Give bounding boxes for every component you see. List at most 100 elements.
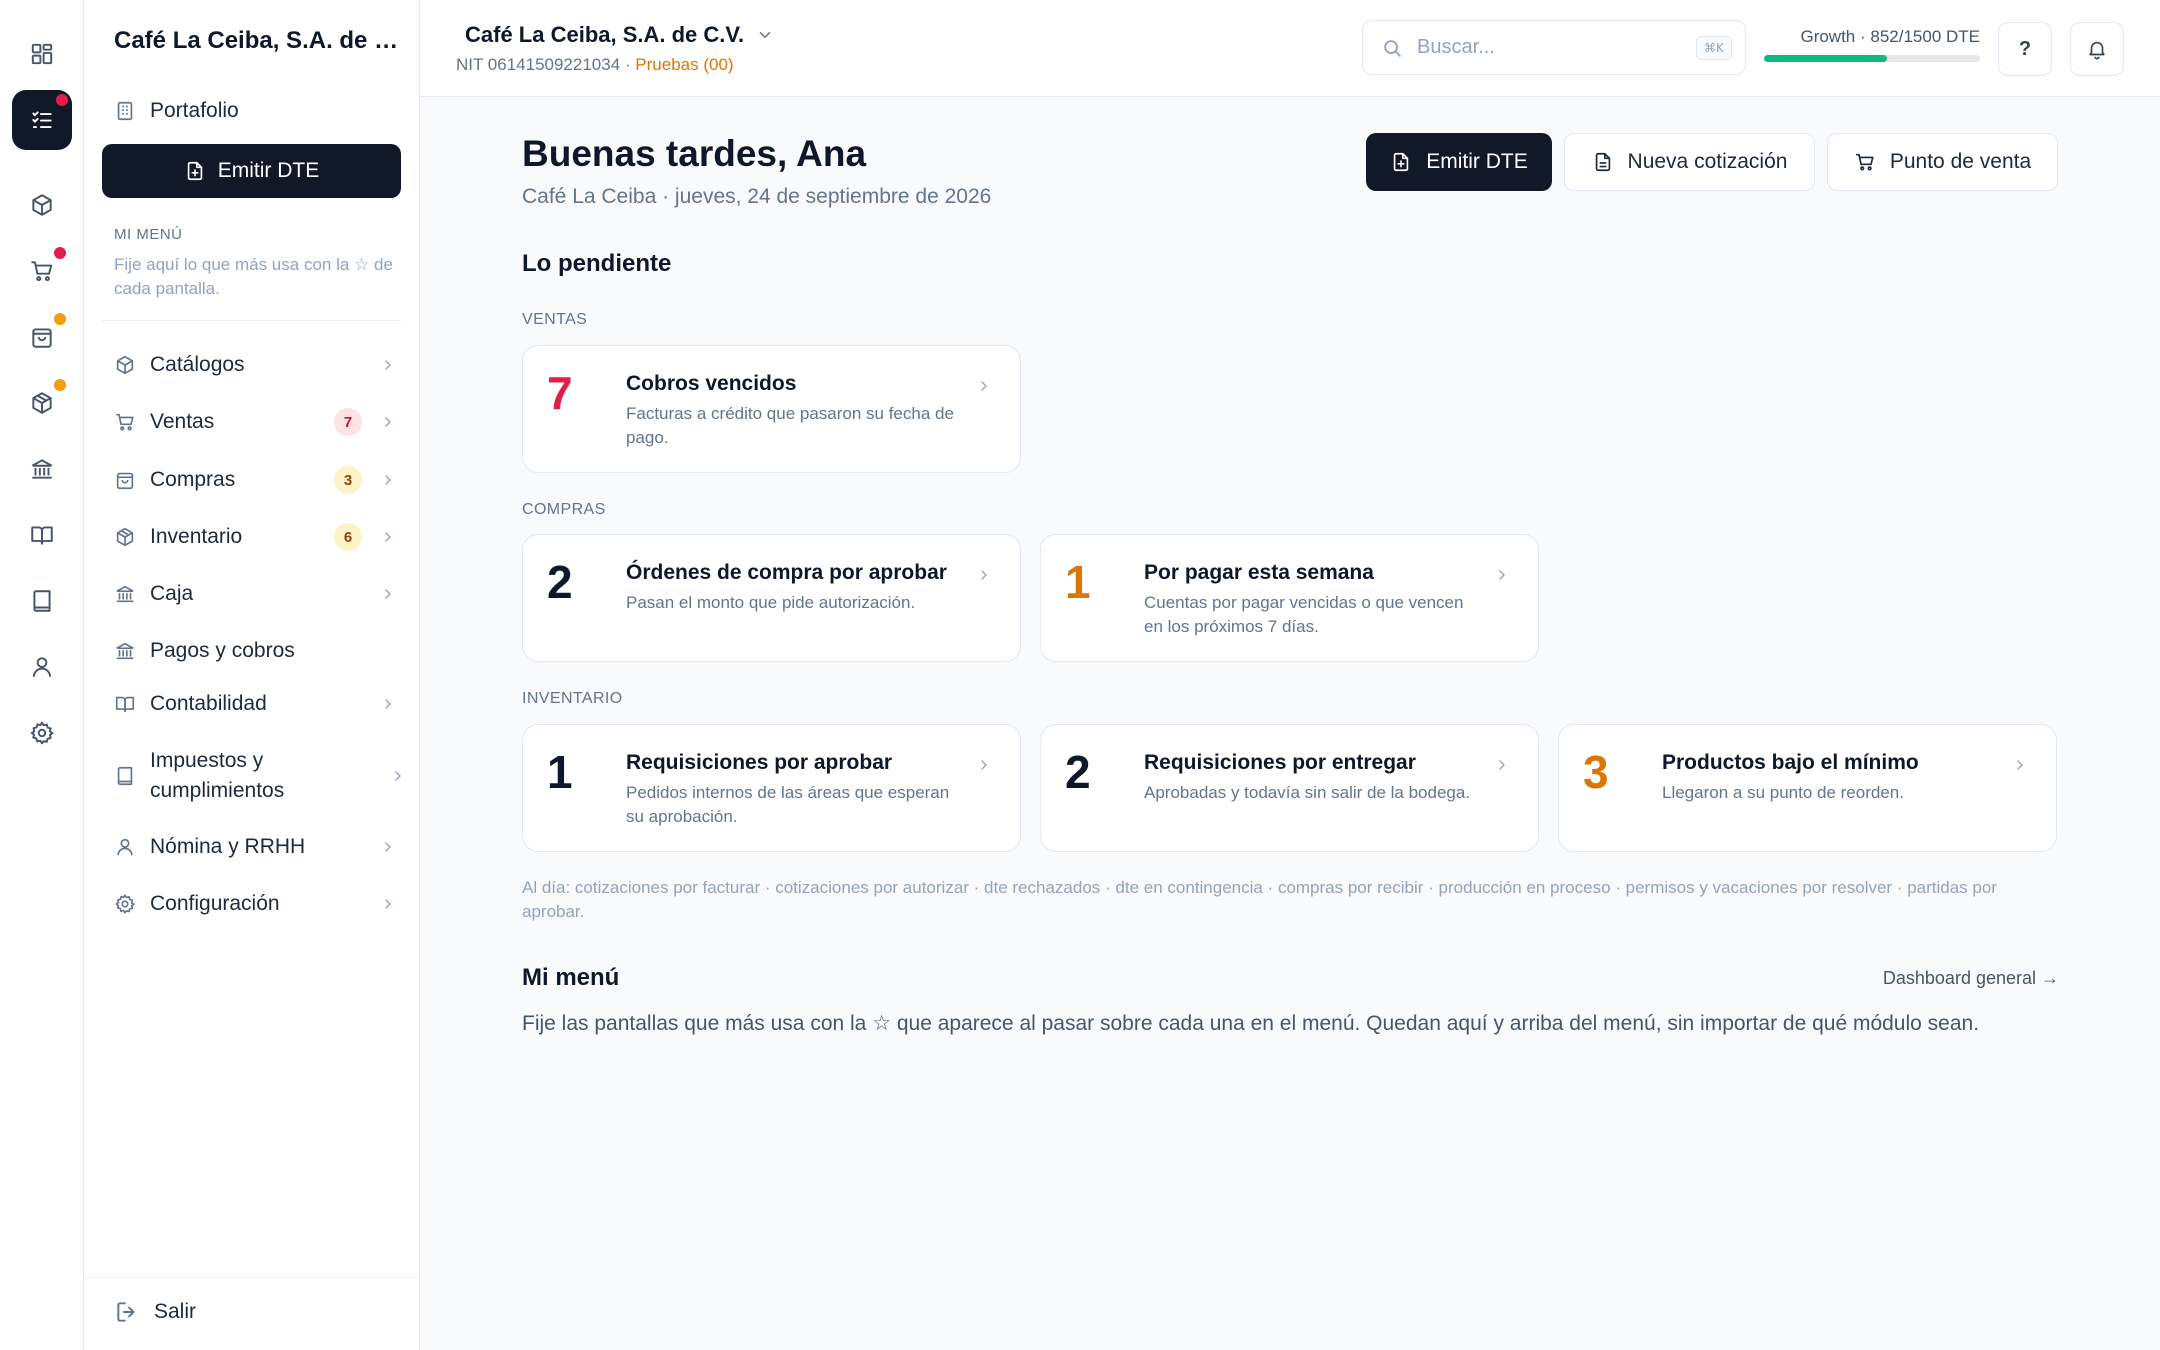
pending-card-requisiciones-entregar[interactable]: 2 Requisiciones por entregar Aprobadas y t… [1040,724,1539,852]
pending-card-requisiciones-aprobar[interactable]: 1 Requisiciones por aprobar Pedidos intern… [522,724,1021,852]
pending-count: 1 [1065,556,1091,608]
pending-section-title: Lo pendiente [522,250,672,277]
my-menu-description: Fije las pantallas que más usa con la ☆ … [522,1012,1980,1035]
settings-rail-button[interactable] [12,703,72,763]
sidebar-item-compras[interactable]: Compras 3 [114,465,396,495]
sidebar-item-label: Impuestos y cumplimientos [150,749,285,802]
sidebar-item-caja[interactable]: Caja [114,579,396,609]
pending-count: 2 [1065,746,1091,798]
point-of-sale-button[interactable]: Punto de venta [1827,133,2058,191]
pending-card-bajo-minimo[interactable]: 3 Productos bajo el mínimo Llegaron a su p… [1558,724,2057,852]
taxes-rail-button[interactable] [12,571,72,631]
notifications-button[interactable] [2070,22,2124,76]
sidebar-item-label: Compras [150,468,236,491]
pending-rail-button[interactable] [12,90,72,150]
pending-title: Por pagar esta semana [1144,561,1374,584]
portfolio-link[interactable]: Portafolio [114,96,239,126]
greeting-subtitle: Café La Ceiba · jueves, 24 de septiembre… [522,185,992,208]
group-label-compras: COMPRAS [522,501,606,518]
purchases-rail-button[interactable] [12,307,72,367]
file-plus-icon [1390,151,1412,173]
plan-usage: Growth · 852/1500 DTE [1764,27,1984,62]
cash-rail-button[interactable] [12,439,72,499]
sidebar-item-label: Inventario [150,525,243,548]
pending-card-por-pagar[interactable]: 1 Por pagar esta semana Cuentas por pagar … [1040,534,1539,662]
sales-rail-button[interactable] [12,241,72,301]
pending-card-cobros-vencidos[interactable]: 7 Cobros vencidos Facturas a crédito que p… [522,345,1021,473]
chevron-right-icon [380,696,396,712]
emit-dte-label: Emitir DTE [217,159,320,182]
chevron-right-icon [380,839,396,855]
sidebar-item-nómina-y-rrhh[interactable]: Nómina y RRHH [114,832,396,862]
greeting-title: Buenas tardes, Ana [522,133,867,174]
org-meta: NIT 06141509221034 · Pruebas (00) [456,55,734,75]
sidebar-item-configuración[interactable]: Configuración [114,889,396,919]
icon-rail [0,0,84,1350]
sidebar-item-label: Ventas [150,410,215,433]
sidebar-item-contabilidad[interactable]: Contabilidad [114,689,396,719]
chevron-right-icon [380,414,396,430]
sidebar-item-label: Caja [150,582,194,605]
user-icon [114,836,136,858]
sidebar-item-inventario[interactable]: Inventario 6 [114,522,396,552]
pending-description: Llegaron a su punto de reorden. [1662,783,1904,802]
environment-badge: Pruebas (00) [635,55,734,74]
pending-count: 1 [547,746,573,798]
help-button[interactable]: ? [1998,22,2052,76]
cart-icon [29,258,55,284]
notification-dot [54,313,66,325]
chevron-right-icon [380,472,396,488]
catalogs-rail-button[interactable] [12,175,72,235]
chevron-right-icon [976,757,992,773]
divider [102,320,401,321]
group-label-ventas: VENTAS [522,311,588,328]
divider [84,1277,420,1278]
payroll-rail-button[interactable] [12,637,72,697]
grid-icon [29,41,55,67]
bank-icon [114,640,136,662]
package-icon [29,390,55,416]
bag-icon [29,324,55,350]
emit-dte-sidebar-button[interactable]: Emitir DTE [102,144,401,198]
chevron-right-icon [380,357,396,373]
accounting-rail-button[interactable] [12,505,72,565]
book-open-icon [29,522,55,548]
sidebar-item-label: Nómina y RRHH [150,835,306,858]
pending-card-ordenes-compra[interactable]: 2 Órdenes de compra por aprobar Pasan el m… [522,534,1021,662]
search-input[interactable] [1417,36,1682,59]
sidebar-item-label: Configuración [150,892,280,915]
dashboard-rail-button[interactable] [12,24,72,84]
pending-title: Requisiciones por entregar [1144,751,1416,774]
count-badge: 7 [334,408,362,436]
point-of-sale-label: Punto de venta [1889,150,2032,173]
emit-dte-button[interactable]: Emitir DTE [1366,133,1552,191]
search-box[interactable]: ⌘K [1362,20,1746,75]
sidebar-item-ventas[interactable]: Ventas 7 [114,407,396,437]
pending-description: Pasan el monto que pide autorización. [626,593,916,612]
chevron-right-icon [380,529,396,545]
logout-button[interactable]: Salir [114,1299,196,1325]
sidebar-item-catálogos[interactable]: Catálogos [114,350,396,380]
cart-icon [114,411,136,433]
ledger-book-icon [114,765,136,787]
up-to-date-summary: Al día: cotizaciones por facturar · coti… [522,878,1997,921]
package-icon [114,526,136,548]
sidebar-item-impuestos-y-cumplimientos[interactable]: Impuestos y cumplimientos [114,746,401,806]
group-label-inventario: INVENTARIO [522,690,623,707]
sidebar-item-pagos-y-cobros[interactable]: Pagos y cobros [114,636,396,666]
dashboard-general-link[interactable]: Dashboard general → [1883,968,2059,989]
organization-switcher[interactable]: Café La Ceiba, S.A. de C.V. [465,22,774,48]
sidebar-item-label: Contabilidad [150,692,267,715]
pending-title: Productos bajo el mínimo [1662,751,1919,774]
notification-dot [54,379,66,391]
document-icon [1592,151,1614,173]
box-icon [114,354,136,376]
pending-count: 2 [547,556,573,608]
sidebar: Café La Ceiba, S.A. de C.V. Portafolio E… [84,0,420,1350]
inventory-rail-button[interactable] [12,373,72,433]
building-icon [114,100,136,122]
new-quote-button[interactable]: Nueva cotización [1564,133,1815,191]
new-quote-label: Nueva cotización [1627,150,1788,173]
box-icon [29,192,55,218]
logout-icon [114,1299,140,1325]
